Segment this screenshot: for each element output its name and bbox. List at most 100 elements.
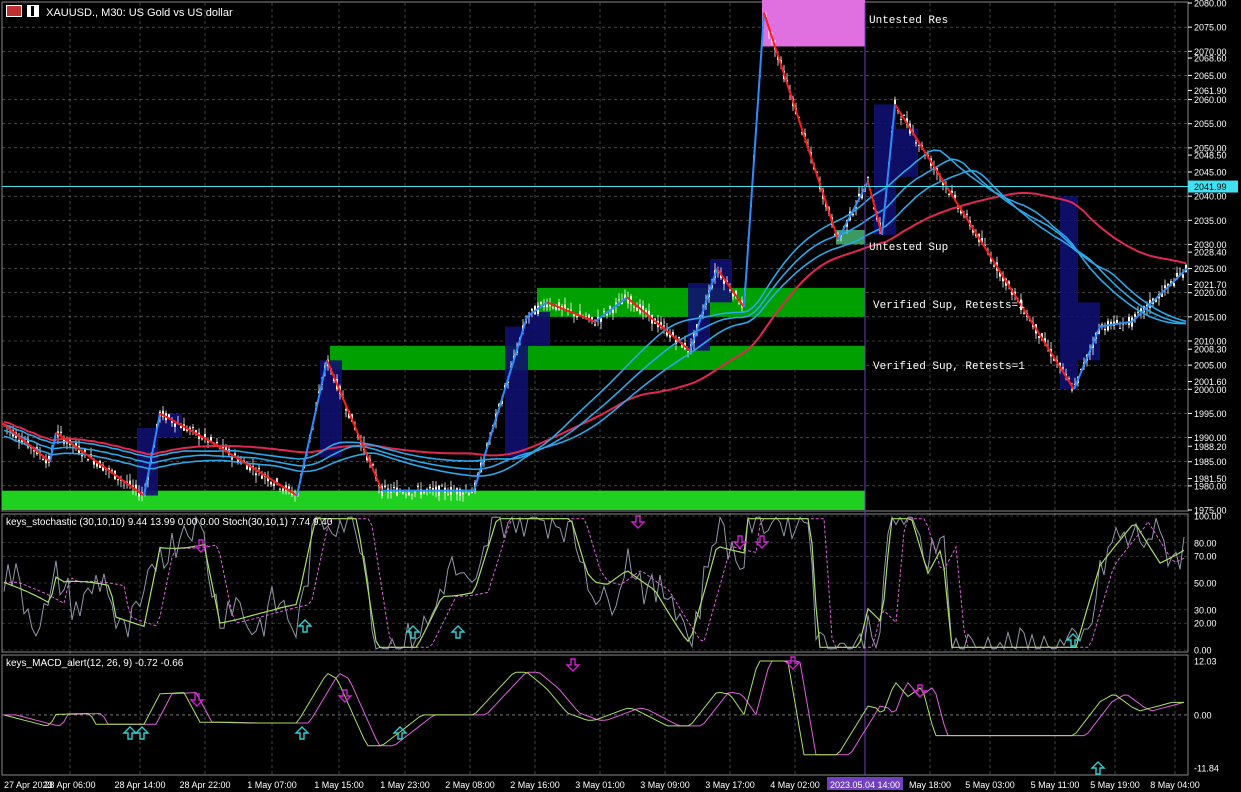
candle-body [1104, 328, 1106, 331]
x-tick-label: 5 May 11:00 [1031, 780, 1080, 790]
x-tick-label: 8 May 04:00 [1150, 780, 1200, 790]
candles-layer [3, 12, 1187, 502]
zigzag-segment [743, 12, 765, 308]
candle-body [1134, 314, 1136, 317]
current-price-label: 2041.99 [1194, 182, 1227, 192]
candle-body [636, 307, 638, 312]
chart-quote-icon[interactable] [27, 5, 40, 17]
x-tick-label: 1 May 15:00 [314, 780, 364, 790]
x-tick-label: 28 Apr 06:00 [44, 780, 95, 790]
y-tick-label: 1985.00 [1194, 457, 1227, 467]
candle-body [900, 118, 902, 120]
zigzag-segment [1131, 267, 1188, 323]
trading-chart[interactable]: 2080.002075.002070.002068.602065.002061.… [0, 0, 1241, 792]
y-tick-label: 2040.00 [1194, 192, 1227, 202]
x-tick-label: 1 May 23:00 [380, 780, 430, 790]
candle-body [384, 485, 386, 488]
structure-box [1060, 196, 1078, 390]
candle-body [417, 485, 419, 488]
macd-up-arrow [134, 726, 150, 740]
candle-body [594, 324, 596, 326]
candle-body [540, 301, 542, 304]
candle-body [411, 494, 413, 496]
x-tick-label: 5 May 03:00 [965, 780, 1015, 790]
x-tick-label: 5 May 19:00 [1090, 780, 1140, 790]
candle-body [42, 459, 44, 461]
candle-body [1173, 283, 1175, 286]
stoch-down-arrow [630, 515, 646, 529]
candle-body [279, 488, 281, 490]
candle-body [201, 438, 203, 440]
macd-up-arrow [294, 726, 310, 740]
stoch-tick-label: 100.00 [1194, 512, 1222, 522]
stoch-tick-label: 30.00 [1194, 605, 1217, 615]
candle-body [441, 485, 443, 487]
candle-body [402, 492, 404, 494]
zone-label: Untested Res [869, 15, 948, 27]
x-tick-label: 4 May 02:00 [770, 780, 820, 790]
candle-body [1071, 389, 1073, 391]
macd-layer [2, 660, 1188, 756]
y-tick-label: 2080.00 [1194, 0, 1227, 9]
candle-body [633, 306, 635, 308]
macd-signal-line [4, 660, 1185, 756]
macd-main-line [3, 660, 1184, 756]
candle-body [567, 308, 569, 310]
candle-body [915, 142, 917, 144]
candle-body [447, 493, 449, 495]
macd-tick-label: 0.00 [1194, 710, 1212, 720]
candle-body [546, 304, 548, 308]
y-tick-label: 2000.00 [1194, 385, 1227, 395]
candle-body [174, 423, 176, 427]
y-tick-label: 2020.00 [1194, 288, 1227, 298]
axes-layer: 2080.002075.002070.002068.602065.002061.… [2, 0, 1238, 790]
y-tick-label: 2045.00 [1194, 168, 1227, 178]
candle-body [468, 492, 470, 495]
y-tick-label: 2060.00 [1194, 95, 1227, 105]
candle-body [408, 492, 410, 495]
chart-menu-icon[interactable] [6, 5, 22, 17]
candle-body [591, 316, 593, 320]
x-tick-label: 2023.05.04 14:00 [830, 780, 900, 790]
x-tick-label: 2 May 16:00 [510, 780, 560, 790]
x-tick-label: 28 Apr 22:00 [179, 780, 230, 790]
candle-body [429, 486, 431, 489]
candle-body [282, 488, 284, 491]
stoch-up-arrow [297, 619, 313, 633]
candle-body [738, 303, 740, 305]
y-tick-label: 2055.00 [1194, 119, 1227, 129]
candle-body [471, 491, 473, 494]
y-tick-label: 2008.30 [1194, 345, 1227, 355]
candle-body [462, 492, 464, 495]
zone-label: Verified Sup, Retests=1 [873, 300, 1025, 312]
zone-label: Verified Sup, Retests=1 [873, 361, 1025, 373]
candle-body [288, 486, 290, 489]
y-tick-label: 2005.00 [1194, 361, 1227, 371]
candle-body [687, 351, 689, 353]
candle-body [1119, 327, 1121, 329]
structure-box [505, 326, 528, 457]
macd-down-arrow [189, 693, 205, 707]
candle-body [993, 265, 995, 267]
candle-body [87, 459, 89, 461]
stoch-tick-label: 20.00 [1194, 619, 1217, 629]
y-tick-label: 2065.00 [1194, 71, 1227, 81]
candle-body [603, 310, 605, 312]
macd-up-arrow [122, 726, 138, 740]
candle-body [1062, 367, 1064, 369]
y-tick-label: 2015.00 [1194, 312, 1227, 322]
macd-up-arrow [1090, 761, 1106, 775]
candle-body [678, 337, 680, 339]
timeframe-label: M30 [101, 7, 123, 19]
candle-body [576, 316, 578, 318]
candle-body [270, 481, 272, 485]
candle-body [1182, 274, 1184, 278]
stoch-tick-label: 0.00 [1194, 646, 1212, 656]
candle-body [96, 463, 98, 467]
candle-body [192, 427, 194, 429]
candle-body [531, 308, 533, 311]
zone-rect [762, 0, 865, 47]
stoch-tick-label: 80.00 [1194, 538, 1217, 548]
y-tick-label: 2068.60 [1194, 54, 1227, 64]
candle-body [432, 488, 434, 490]
